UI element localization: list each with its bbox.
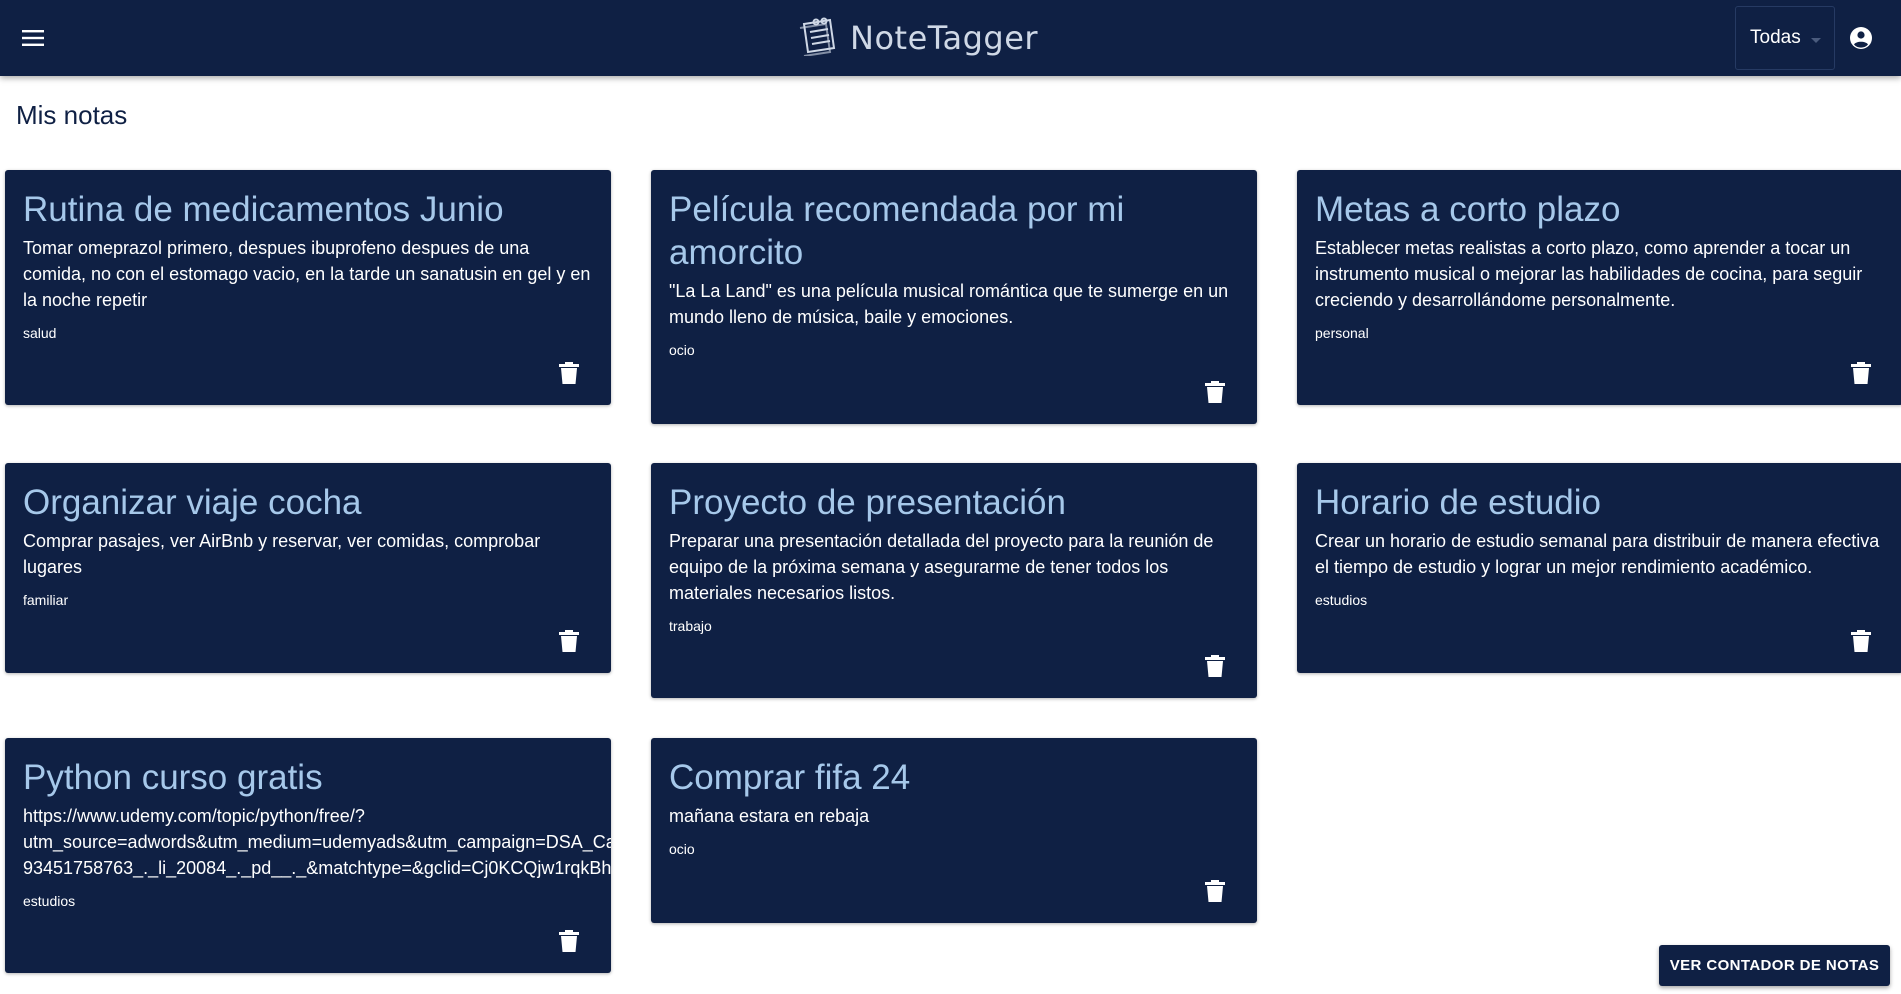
app-name: NoteTagger [850, 19, 1039, 57]
hamburger-menu-icon[interactable] [14, 20, 52, 56]
note-body-line: https://www.udemy.com/topic/python/free/… [23, 806, 365, 826]
note-body-line: utm_source=adwords&utm_medium=udemyads&u… [23, 832, 611, 852]
note-title: Película recomendada por mi amorcito [669, 190, 1125, 272]
note-card: Película recomendada por mi amorcito "La… [651, 170, 1257, 424]
note-body-line: 93451758763_._li_20084_._pd__._&matchtyp… [23, 858, 611, 878]
note-card: Rutina de medicamentos Junio Tomar omepr… [5, 170, 611, 405]
note-tag: trabajo [669, 618, 712, 634]
note-title: Metas a corto plazo [1315, 190, 1621, 229]
note-card: Metas a corto plazo Establecer metas rea… [1297, 170, 1901, 405]
note-title: Organizar viaje cocha [23, 483, 362, 522]
trash-icon[interactable] [1849, 361, 1873, 385]
note-tag: salud [23, 325, 57, 341]
trash-icon[interactable] [557, 629, 581, 653]
trash-icon[interactable] [1203, 654, 1227, 678]
app-bar: NoteTagger Todas [0, 0, 1901, 76]
note-counter-button[interactable]: VER CONTADOR DE NOTAS [1659, 945, 1890, 986]
note-card: Horario de estudio Crear un horario de e… [1297, 463, 1901, 673]
note-title: Python curso gratis [23, 758, 323, 797]
tag-filter-value: Todas [1750, 27, 1801, 48]
chevron-down-icon [1811, 38, 1821, 43]
note-body: Comprar pasajes, ver AirBnb y reservar, … [23, 531, 541, 577]
note-card: Proyecto de presentación Preparar una pr… [651, 463, 1257, 698]
page-title: Mis notas [16, 100, 128, 130]
account-circle-icon[interactable] [1843, 20, 1879, 56]
note-title: Horario de estudio [1315, 483, 1601, 522]
trash-icon[interactable] [557, 361, 581, 385]
note-tag: personal [1315, 325, 1369, 341]
trash-icon[interactable] [1203, 380, 1227, 404]
note-body: mañana estara en rebaja [669, 806, 870, 826]
note-body: Preparar una presentación detallada del … [669, 531, 1214, 603]
note-body: https://www.udemy.com/topic/python/free/… [23, 803, 611, 881]
note-body: Tomar omeprazol primero, despues ibuprof… [23, 238, 591, 310]
note-body: Crear un horario de estudio semanal para… [1315, 531, 1880, 577]
note-tag: ocio [669, 841, 695, 857]
note-tag: ocio [669, 342, 695, 358]
note-tag: familiar [23, 592, 69, 608]
trash-icon[interactable] [1849, 629, 1873, 653]
note-card: Comprar fifa 24 mañana estara en rebaja … [651, 738, 1257, 923]
note-body: Establecer metas realistas a corto plazo… [1315, 238, 1863, 310]
note-tag: estudios [1315, 592, 1368, 608]
trash-icon[interactable] [557, 929, 581, 953]
note-title: Proyecto de presentación [669, 483, 1066, 522]
tag-filter-select[interactable]: Todas [1735, 6, 1835, 70]
note-card: Python curso gratis https://www.udemy.co… [5, 738, 611, 973]
trash-icon[interactable] [1203, 879, 1227, 903]
note-title: Rutina de medicamentos Junio [23, 190, 504, 229]
note-card: Organizar viaje cocha Comprar pasajes, v… [5, 463, 611, 673]
notepad-icon [796, 16, 840, 61]
brand: NoteTagger [796, 14, 1038, 62]
note-tag: estudios [23, 893, 76, 909]
note-title: Comprar fifa 24 [669, 758, 911, 797]
note-body: "La La Land" es una película musical rom… [669, 281, 1229, 327]
